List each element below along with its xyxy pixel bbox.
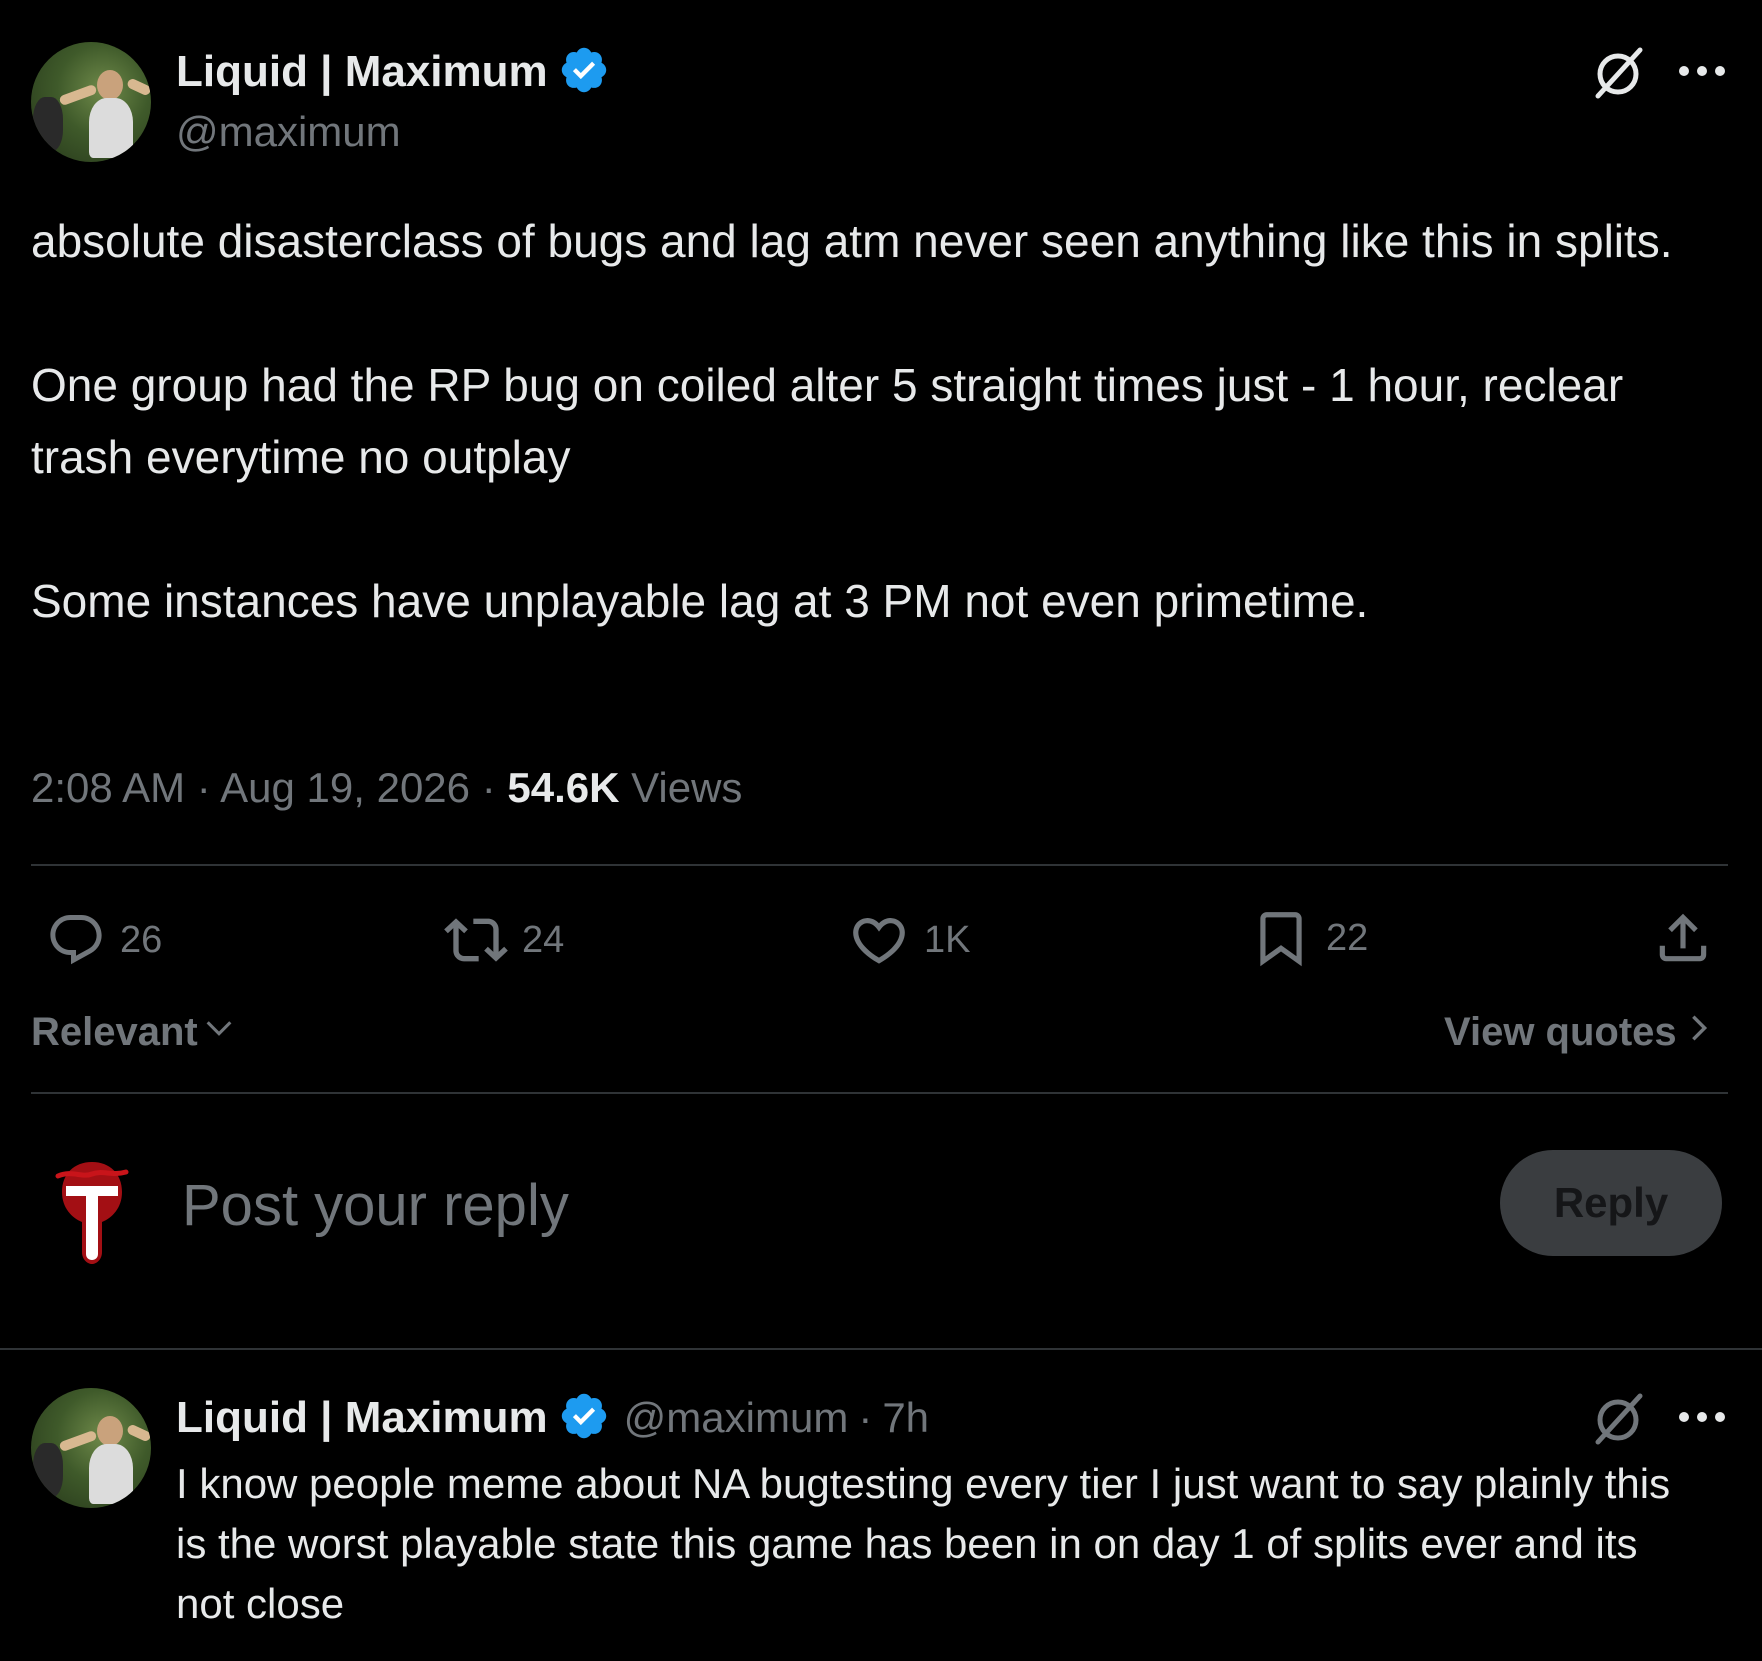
reply-input[interactable]: Post your reply xyxy=(182,1168,569,1244)
divider xyxy=(31,864,1728,866)
chevron-down-icon xyxy=(202,1010,236,1055)
avatar-bg-figure xyxy=(33,97,63,152)
avatar-arm xyxy=(58,83,98,107)
like-count: 1K xyxy=(924,918,971,961)
tweet-body: absolute disasterclass of bugs and lag a… xyxy=(31,215,1673,627)
reply-author-row: Liquid | Maximum @maximum · 7h xyxy=(176,1390,929,1446)
more-icon[interactable] xyxy=(1676,56,1728,86)
chevron-right-icon xyxy=(1685,1010,1713,1055)
reply-author-display-name[interactable]: Liquid | Maximum xyxy=(176,1393,548,1443)
tweet-time[interactable]: 2:08 AM xyxy=(31,764,185,811)
verified-badge-icon xyxy=(558,44,610,101)
bookmark-icon xyxy=(1250,906,1312,970)
share-icon xyxy=(1652,907,1714,969)
composer-avatar[interactable] xyxy=(52,1156,132,1266)
avatar-arm xyxy=(126,1423,151,1443)
avatar-body xyxy=(89,1444,133,1504)
tweet-metadata: 2:08 AM · Aug 19, 2026 · 54.6K Views xyxy=(31,760,742,816)
share-action[interactable] xyxy=(1652,906,1714,970)
like-action[interactable]: 1K xyxy=(848,908,970,972)
reply-icon xyxy=(46,910,106,970)
reply-author-handle[interactable]: @maximum xyxy=(624,1394,849,1442)
like-icon xyxy=(848,909,910,971)
author-name-row: Liquid | Maximum xyxy=(176,44,610,100)
divider xyxy=(0,1348,1762,1350)
divider xyxy=(31,1092,1728,1094)
avatar-bg-figure xyxy=(33,1443,63,1498)
avatar-body xyxy=(89,98,133,158)
reply-count: 26 xyxy=(120,918,163,961)
reply-button[interactable]: Reply xyxy=(1500,1150,1722,1256)
reply-body: I know people meme about NA bugtesting e… xyxy=(176,1460,1671,1627)
repost-action[interactable]: 24 xyxy=(444,908,564,972)
author-display-name[interactable]: Liquid | Maximum xyxy=(176,47,548,97)
verified-badge-icon xyxy=(558,1390,610,1447)
author-handle[interactable]: @maximum xyxy=(176,106,401,158)
repost-icon xyxy=(444,908,508,972)
tweet-date[interactable]: Aug 19, 2026 xyxy=(220,764,470,811)
sort-dropdown[interactable]: Relevant xyxy=(31,1004,236,1060)
grok-icon[interactable] xyxy=(1590,1390,1646,1446)
views-count: 54.6K xyxy=(507,764,620,811)
avatar-arm xyxy=(126,77,151,97)
author-avatar[interactable] xyxy=(31,42,151,162)
reply-action[interactable]: 26 xyxy=(46,908,162,972)
bookmark-action[interactable]: 22 xyxy=(1250,906,1368,970)
avatar-head xyxy=(97,70,123,100)
sort-label: Relevant xyxy=(31,1009,198,1054)
view-quotes-label: View quotes xyxy=(1444,1009,1677,1054)
view-quotes-link[interactable]: View quotes xyxy=(1444,1004,1713,1060)
meta-separator: · xyxy=(858,1394,873,1441)
grok-icon[interactable] xyxy=(1590,44,1646,100)
reply-time[interactable]: 7h xyxy=(882,1394,929,1442)
views-label: Views xyxy=(631,764,743,811)
more-icon[interactable] xyxy=(1676,1402,1728,1432)
avatar-arm xyxy=(58,1429,98,1453)
meta-separator: · xyxy=(196,764,211,811)
repost-count: 24 xyxy=(522,918,565,961)
bookmark-count: 22 xyxy=(1326,916,1369,959)
meta-separator: · xyxy=(481,764,496,811)
reply-author-avatar[interactable] xyxy=(31,1388,151,1508)
avatar-head xyxy=(97,1416,123,1446)
